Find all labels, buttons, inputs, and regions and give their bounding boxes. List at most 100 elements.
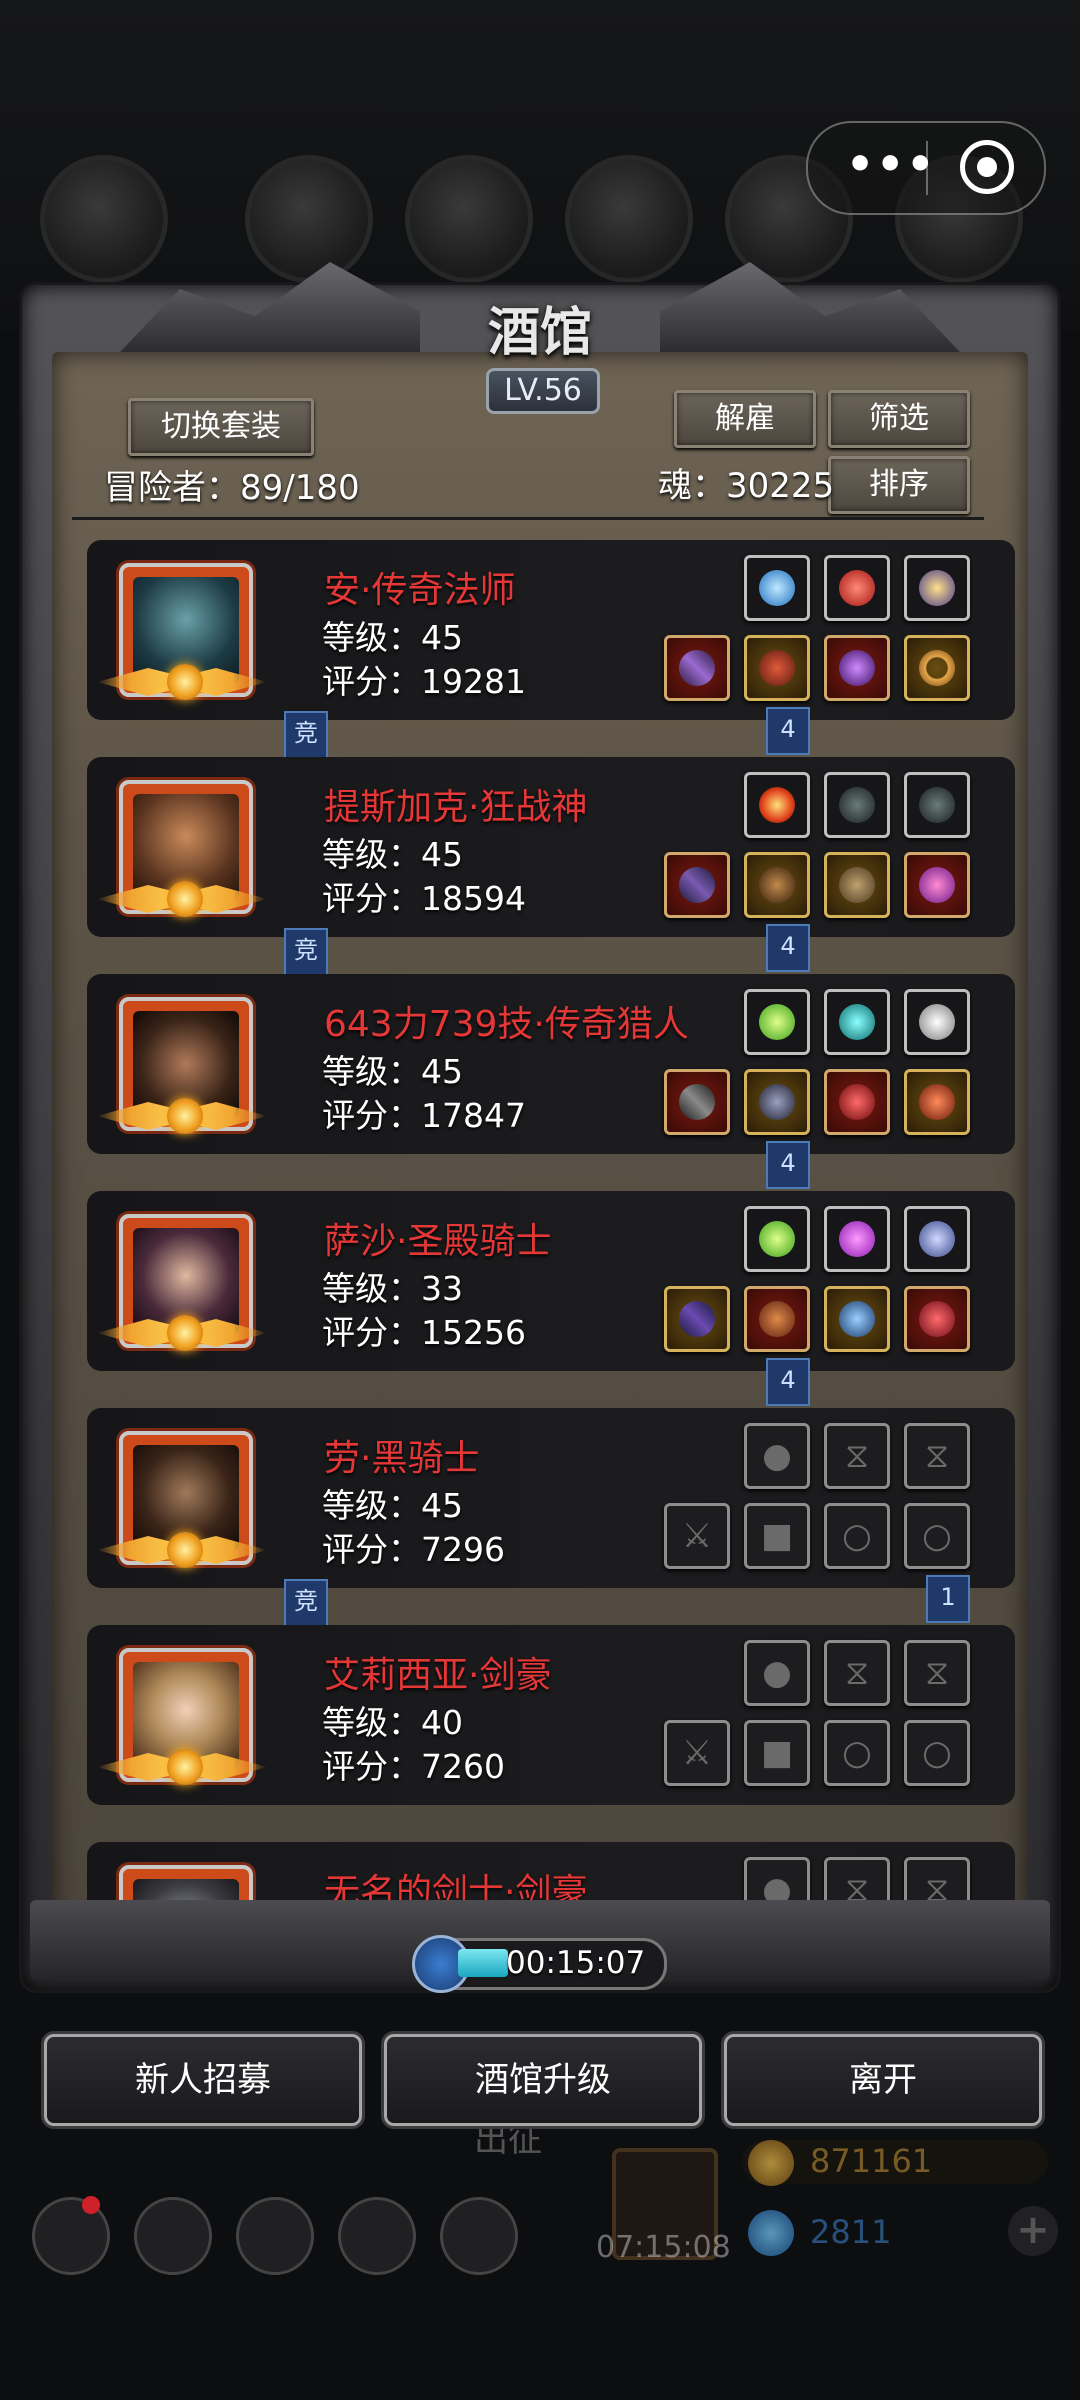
purple-gem-icon[interactable] — [824, 1206, 890, 1272]
armor-slot-icon[interactable] — [744, 852, 810, 918]
arena-tag: 竞 — [284, 711, 328, 759]
empty-gem-slot-icon[interactable]: ● — [744, 1640, 810, 1706]
empty-gem-slot-icon[interactable]: ⧖ — [824, 1423, 890, 1489]
rank-emblem-icon — [167, 1532, 203, 1568]
rank-emblem-icon — [167, 1749, 203, 1785]
diamond-icon — [748, 2210, 794, 2256]
hero-level: 等级：45 — [322, 1486, 463, 1525]
timer-progress — [458, 1949, 508, 1977]
divider — [72, 517, 984, 520]
recruit-button[interactable]: 新人招募 — [44, 2034, 362, 2126]
arena-tag: 竞 — [284, 928, 328, 976]
amulet-slot-icon[interactable] — [824, 1286, 890, 1352]
lantern-gem-icon[interactable] — [904, 555, 970, 621]
hero-name: 萨沙·圣殿骑士 — [324, 1221, 552, 1262]
close-target-icon[interactable] — [960, 140, 1014, 194]
empty-ring-slot-icon[interactable]: ○ — [904, 1720, 970, 1786]
empty-gem-slot-icon[interactable]: ● — [744, 1423, 810, 1489]
miniprogram-capsule: ••• — [806, 121, 1046, 215]
rank-emblem-icon — [167, 664, 203, 700]
event-icon — [40, 155, 168, 283]
empty-weapon-slot-icon[interactable]: ⚔ — [664, 1720, 730, 1786]
adventurer-count: 冒险者：89/180 — [104, 468, 360, 508]
page-title: 酒馆 — [487, 302, 592, 363]
shop-icon — [440, 2197, 518, 2275]
diamond-amount: 2811 — [810, 2213, 892, 2251]
guild-icon — [236, 2197, 314, 2275]
dark-gem-icon[interactable] — [904, 772, 970, 838]
gold-amount: 871161 — [810, 2142, 933, 2180]
blue-gem-icon[interactable] — [744, 555, 810, 621]
refresh-timer: 00:15:07 — [412, 1935, 667, 1993]
potion-gem-icon[interactable] — [904, 1206, 970, 1272]
hero-level: 等级：45 — [322, 618, 463, 657]
hero-name: 艾莉西亚·剑豪 — [324, 1655, 552, 1696]
teal-gem-icon[interactable] — [824, 989, 890, 1055]
amulet-slot-icon[interactable] — [824, 635, 890, 701]
tavern-level: LV.56 — [486, 368, 600, 414]
leave-button[interactable]: 离开 — [724, 2034, 1042, 2126]
hero-score: 评分：17847 — [322, 1096, 526, 1135]
notification-dot — [82, 2196, 100, 2214]
upgrade-tavern-button[interactable]: 酒馆升级 — [384, 2034, 702, 2126]
rank-emblem-icon — [167, 1315, 203, 1351]
dismiss-button[interactable]: 解雇 — [674, 390, 816, 448]
mail-icon — [338, 2197, 416, 2275]
hero-level: 等级：45 — [322, 1052, 463, 1091]
armor-slot-icon[interactable] — [744, 1069, 810, 1135]
set-count-tag: 4 — [766, 1141, 810, 1189]
hero-score: 评分：19281 — [322, 662, 526, 701]
empty-armor-slot-icon[interactable]: ■ — [744, 1720, 810, 1786]
set-count-tag: 4 — [766, 1358, 810, 1406]
armor-slot-icon[interactable] — [744, 1286, 810, 1352]
hero-score: 评分：15256 — [322, 1313, 526, 1352]
accessory-slot-icon[interactable] — [904, 1286, 970, 1352]
set-count-tag: 1 — [926, 1575, 970, 1623]
hero-score: 评分：7260 — [322, 1747, 505, 1786]
hero-list[interactable]: 安·传奇法师 等级：45 评分：19281 竞 4 提斯加克·狂战神 等级：45… — [52, 535, 1028, 1915]
star-icon — [134, 2197, 212, 2275]
gold-coin-icon — [748, 2140, 794, 2186]
empty-gem-slot-icon[interactable]: ⧖ — [904, 1423, 970, 1489]
empty-gem-slot-icon[interactable]: ⧖ — [824, 1640, 890, 1706]
capsule-divider — [926, 141, 928, 195]
gift-timer: 07:15:08 — [596, 2230, 731, 2265]
switch-outfit-button[interactable]: 切换套装 — [128, 398, 314, 456]
weapon-slot-icon[interactable] — [664, 1069, 730, 1135]
empty-gem-slot-icon[interactable]: ⧖ — [904, 1640, 970, 1706]
eye-slot-icon[interactable] — [824, 1069, 890, 1135]
set-count-tag: 4 — [766, 707, 810, 755]
weapon-slot-icon[interactable] — [664, 635, 730, 701]
ring-slot-icon[interactable] — [904, 635, 970, 701]
accessory-slot-icon[interactable] — [904, 852, 970, 918]
top-menu-icon-2 — [405, 155, 533, 283]
fire-gem-icon[interactable] — [744, 772, 810, 838]
hero-name: 安·传奇法师 — [324, 570, 516, 611]
white-gem-icon[interactable] — [904, 989, 970, 1055]
armor-slot-icon[interactable] — [744, 635, 810, 701]
empty-ring-slot-icon[interactable]: ○ — [824, 1503, 890, 1569]
hero-name: 643力739技·传奇猎人 — [324, 1004, 689, 1045]
weapon-slot-icon[interactable] — [664, 852, 730, 918]
top-menu-icon-1 — [245, 155, 373, 283]
empty-weapon-slot-icon[interactable]: ⚔ — [664, 1503, 730, 1569]
hero-name: 提斯加克·狂战神 — [324, 787, 588, 828]
empty-armor-slot-icon[interactable]: ■ — [744, 1503, 810, 1569]
weapon-slot-icon[interactable] — [664, 1286, 730, 1352]
sort-button[interactable]: 排序 — [828, 456, 970, 514]
top-menu-icon-3 — [565, 155, 693, 283]
heart-slot-icon[interactable] — [904, 1069, 970, 1135]
green-gem-icon[interactable] — [744, 989, 810, 1055]
hero-score: 评分：18594 — [322, 879, 526, 918]
empty-ring-slot-icon[interactable]: ○ — [824, 1720, 890, 1786]
empty-ring-slot-icon[interactable]: ○ — [904, 1503, 970, 1569]
add-currency-icon: + — [1008, 2206, 1058, 2256]
soul-count: 魂：30225 — [658, 466, 835, 506]
dark-gem-icon[interactable] — [824, 772, 890, 838]
hero-score: 评分：7296 — [322, 1530, 505, 1569]
red-gem-icon[interactable] — [824, 555, 890, 621]
helmet-slot-icon[interactable] — [824, 852, 890, 918]
green-gem-icon[interactable] — [744, 1206, 810, 1272]
filter-button[interactable]: 筛选 — [828, 390, 970, 448]
more-icon[interactable]: ••• — [846, 143, 936, 187]
